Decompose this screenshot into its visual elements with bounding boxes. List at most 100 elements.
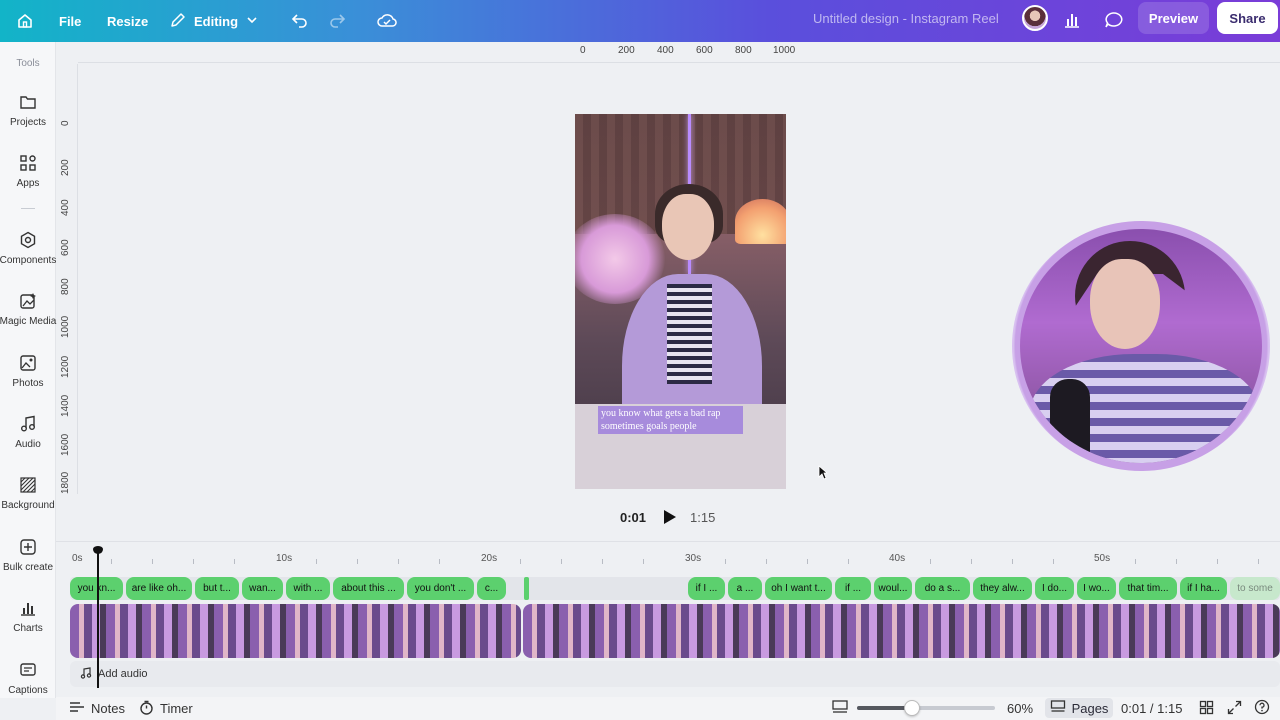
- caption-chip[interactable]: you don't ...: [407, 577, 474, 600]
- tools-sidebar: Tools Projects Apps Components Magic Med…: [0, 42, 56, 698]
- help-button[interactable]: [1254, 697, 1270, 720]
- video-track: [70, 604, 1280, 658]
- sidebar-item-label: Background: [1, 500, 55, 511]
- pages-button[interactable]: Pages: [1045, 698, 1113, 718]
- timeline-divider: [56, 541, 1280, 542]
- playhead[interactable]: [93, 546, 103, 688]
- ruler-tick: 600: [60, 239, 71, 256]
- ruler-tick: 0: [580, 45, 586, 56]
- share-button[interactable]: Share: [1217, 2, 1278, 34]
- caption-chip[interactable]: wan...: [242, 577, 283, 600]
- caption-chip[interactable]: if I ha...: [1180, 577, 1227, 600]
- ruler-left: 0 200 400 600 800 1000 1200 1400 1600 18…: [56, 110, 78, 495]
- background-icon: [19, 476, 37, 494]
- editing-mode-dropdown[interactable]: Editing: [170, 0, 258, 42]
- timer-label: Timer: [160, 701, 193, 716]
- caption-line: sometimes goals people: [601, 421, 697, 432]
- avatar[interactable]: [1022, 5, 1048, 31]
- sidebar-item-projects[interactable]: Projects: [0, 93, 56, 128]
- add-audio-track[interactable]: Add audio: [70, 661, 1280, 687]
- caption-chip[interactable]: if I ...: [688, 577, 725, 600]
- pages-icon: [1050, 700, 1066, 716]
- fullscreen-button[interactable]: [1227, 697, 1242, 720]
- ruler-tick: 1000: [60, 315, 71, 338]
- sidebar-item-apps[interactable]: Apps: [0, 154, 56, 189]
- pencil-icon: [170, 12, 186, 31]
- timeline-ruler[interactable]: 0s 10s 20s 30s 40s 50s: [70, 550, 1280, 568]
- document-title[interactable]: Untitled design - Instagram Reel: [813, 11, 999, 26]
- components-icon: [19, 231, 37, 249]
- caption-chip[interactable]: a ...: [728, 577, 762, 600]
- caption-chip[interactable]: woul...: [874, 577, 912, 600]
- ruler-tick: 800: [735, 45, 752, 56]
- play-button[interactable]: [664, 510, 677, 524]
- sidebar-item-background[interactable]: Background: [0, 476, 56, 511]
- ruler-tick: 800: [60, 278, 71, 295]
- photos-icon: [19, 354, 37, 372]
- caption-text[interactable]: you know what gets a bad rap sometimes g…: [598, 406, 743, 434]
- sidebar-item-charts[interactable]: Charts: [0, 599, 56, 634]
- home-button[interactable]: [16, 0, 34, 42]
- playback-controls: 0:01 1:15: [620, 506, 715, 528]
- caption-chip[interactable]: oh I want t...: [765, 577, 832, 600]
- cloud-save-button[interactable]: [376, 0, 398, 42]
- ruler-tick: 1400: [60, 394, 71, 417]
- sidebar-item-photos[interactable]: Photos: [0, 354, 56, 389]
- sidebar-item-components[interactable]: Components: [0, 231, 56, 266]
- resize-button[interactable]: Resize: [107, 0, 148, 42]
- sidebar-item-bulk-create[interactable]: Bulk create: [0, 538, 56, 573]
- sidebar-item-captions[interactable]: Captions: [0, 661, 56, 696]
- video-clip[interactable]: [523, 604, 1280, 658]
- mouse-cursor-icon: [818, 465, 829, 485]
- audio-icon: [19, 415, 37, 433]
- caption-chip[interactable]: c...: [477, 577, 506, 600]
- caption-chip[interactable]: I do...: [1035, 577, 1074, 600]
- sidebar-item-audio[interactable]: Audio: [0, 415, 56, 450]
- caption-chip[interactable]: they alw...: [973, 577, 1032, 600]
- preview-button[interactable]: Preview: [1138, 2, 1209, 34]
- ruler-tick: 1200: [60, 355, 71, 378]
- zoom-slider[interactable]: [857, 700, 995, 716]
- design-page[interactable]: you know what gets a bad rap sometimes g…: [575, 114, 786, 489]
- redo-button[interactable]: [328, 0, 346, 42]
- home-icon: [16, 12, 34, 30]
- expand-icon: [1227, 700, 1242, 718]
- undo-button[interactable]: [291, 0, 309, 42]
- time-tick: 20s: [481, 553, 498, 564]
- comments-button[interactable]: [1103, 0, 1123, 42]
- caption-chip[interactable]: that tim...: [1119, 577, 1177, 600]
- webcam-bubble[interactable]: [1012, 221, 1270, 471]
- file-menu[interactable]: File: [59, 0, 81, 42]
- caption-chip[interactable]: are like oh...: [126, 577, 192, 600]
- grid-view-button[interactable]: [1199, 697, 1214, 720]
- bulk-create-icon: [19, 538, 37, 556]
- caption-chip[interactable]: do a s...: [915, 577, 970, 600]
- page-view-button[interactable]: [831, 697, 849, 720]
- add-audio-label: Add audio: [98, 668, 148, 680]
- sidebar-heading: Tools: [16, 58, 40, 69]
- magic-media-icon: [19, 292, 37, 310]
- video-clip[interactable]: [70, 604, 521, 658]
- zoom-value[interactable]: 60%: [1007, 697, 1033, 720]
- comment-icon: [1103, 11, 1123, 32]
- timer-button[interactable]: Timer: [139, 697, 193, 720]
- grid-icon: [1199, 700, 1214, 718]
- notes-button[interactable]: Notes: [69, 697, 125, 720]
- time-tick: 10s: [276, 553, 293, 564]
- caption-chip[interactable]: with ...: [286, 577, 330, 600]
- insights-button[interactable]: [1062, 0, 1082, 42]
- caption-line: you know what gets a bad rap: [601, 408, 721, 419]
- bottom-time: 0:01 / 1:15: [1121, 701, 1183, 716]
- caption-chip[interactable]: about this ...: [333, 577, 404, 600]
- sidebar-item-magic-media[interactable]: Magic Media: [0, 292, 56, 327]
- chevron-down-icon: [246, 14, 258, 29]
- ruler-tick: 400: [657, 45, 674, 56]
- caption-chip[interactable]: I wo...: [1077, 577, 1116, 600]
- top-toolbar: File Resize Editing Untitled design - In…: [0, 0, 1280, 42]
- cloud-check-icon: [376, 11, 398, 32]
- caption-chip[interactable]: if ...: [835, 577, 871, 600]
- notes-icon: [69, 700, 85, 717]
- caption-chip[interactable]: but t...: [195, 577, 239, 600]
- caption-chip[interactable]: to some: [1230, 577, 1280, 600]
- caption-chip-marker[interactable]: [524, 577, 529, 600]
